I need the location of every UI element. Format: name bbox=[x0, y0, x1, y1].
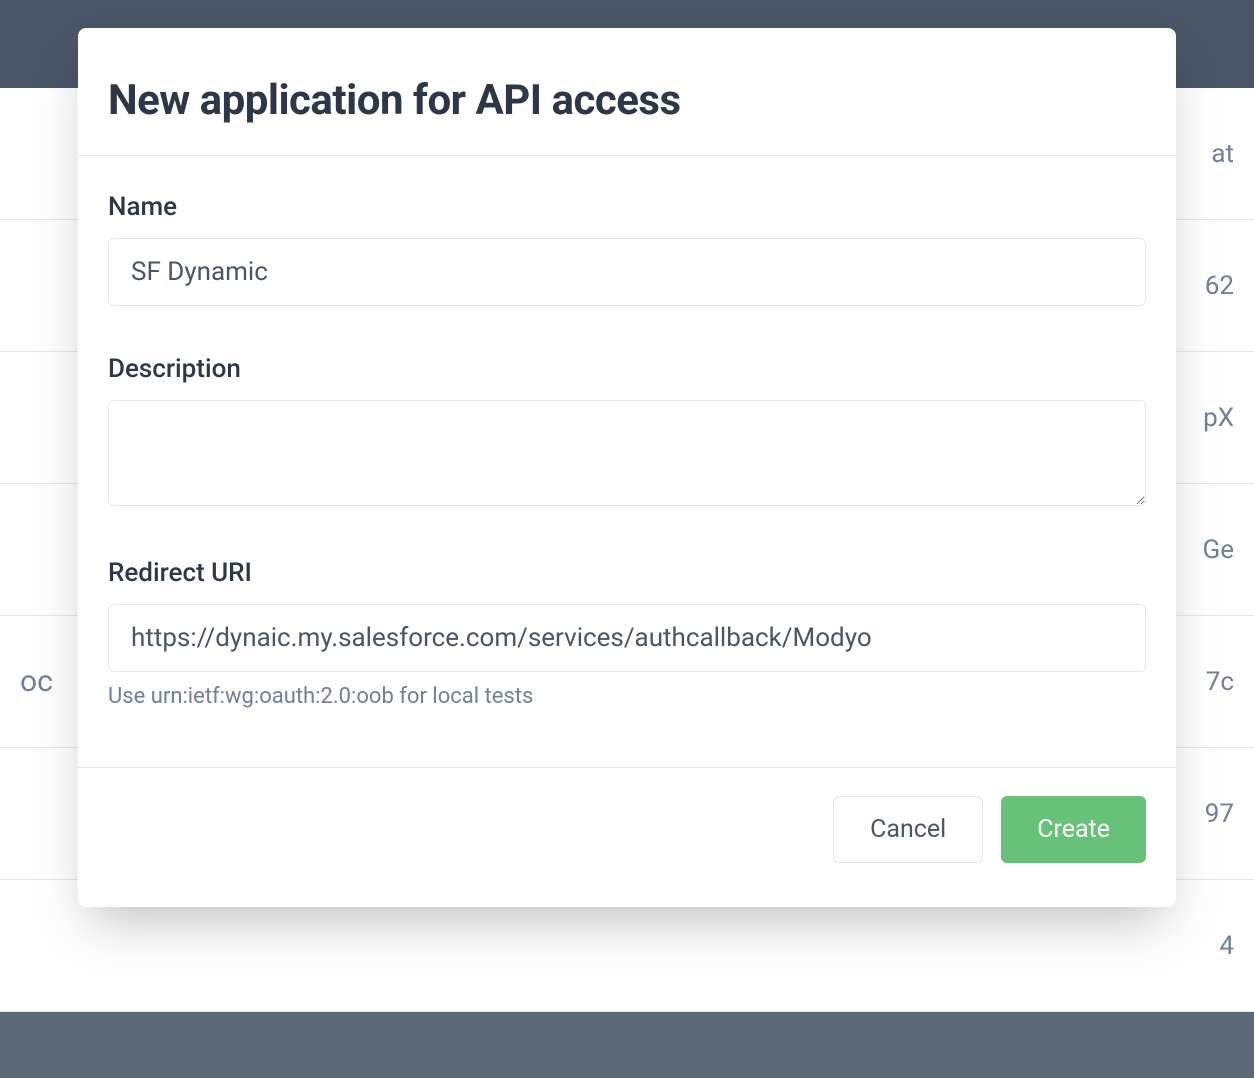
redirect-uri-field-group: Redirect URI Use urn:ietf:wg:oauth:2.0:o… bbox=[108, 558, 1146, 709]
description-input[interactable] bbox=[108, 400, 1146, 506]
redirect-uri-input[interactable] bbox=[108, 604, 1146, 672]
name-field-group: Name bbox=[108, 192, 1146, 306]
modal-footer: Cancel Create bbox=[78, 768, 1176, 907]
modal-title: New application for API access bbox=[108, 76, 1146, 125]
description-label: Description bbox=[108, 354, 1146, 384]
create-button[interactable]: Create bbox=[1001, 796, 1146, 863]
name-input[interactable] bbox=[108, 238, 1146, 306]
modal-header: New application for API access bbox=[78, 28, 1176, 155]
new-application-modal: New application for API access Name Desc… bbox=[78, 28, 1176, 907]
redirect-uri-help-text: Use urn:ietf:wg:oauth:2.0:oob for local … bbox=[108, 684, 1146, 709]
modal-overlay: New application for API access Name Desc… bbox=[0, 0, 1254, 1078]
cancel-button[interactable]: Cancel bbox=[833, 796, 983, 863]
name-label: Name bbox=[108, 192, 1146, 222]
description-field-group: Description bbox=[108, 354, 1146, 510]
modal-body: Name Description Redirect URI Use urn:ie… bbox=[78, 156, 1176, 767]
redirect-uri-label: Redirect URI bbox=[108, 558, 1146, 588]
